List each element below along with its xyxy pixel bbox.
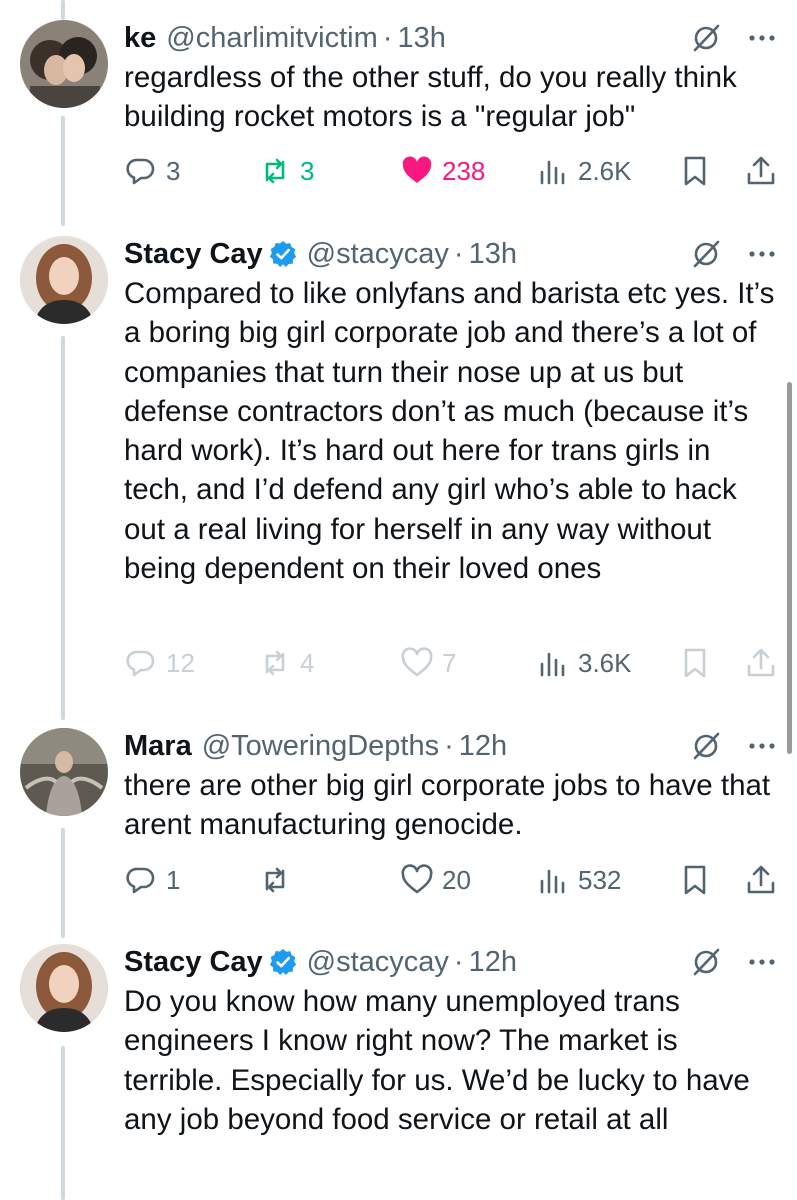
separator-dot: · <box>382 21 393 54</box>
views-icon <box>540 652 565 677</box>
reply-count: 12 <box>166 647 195 678</box>
tweet-text: Compared to like onlyfans and barista et… <box>124 277 775 586</box>
grok-icon[interactable] <box>691 23 721 53</box>
views-icon <box>540 160 565 185</box>
views-button[interactable]: 3.6K <box>536 643 632 683</box>
timestamp[interactable]: 12h <box>459 730 507 763</box>
grok-icon[interactable] <box>691 239 721 269</box>
author-handle[interactable]: @ToweringDepths <box>202 730 439 763</box>
bookmark-icon <box>684 648 706 678</box>
separator-dot: · <box>453 237 464 270</box>
author-name[interactable]: Stacy Cay <box>124 946 263 979</box>
bookmark-icon <box>684 156 706 186</box>
avatar[interactable] <box>20 944 108 1032</box>
more-icon[interactable] <box>747 239 777 269</box>
like-count: 20 <box>442 864 471 895</box>
reply-icon <box>126 650 155 677</box>
more-icon[interactable] <box>747 23 777 53</box>
repost-count: 4 <box>300 647 315 678</box>
timestamp[interactable]: 13h <box>397 22 445 55</box>
like-count: 7 <box>442 647 457 678</box>
bookmark-icon <box>684 865 706 895</box>
reply-count: 3 <box>166 155 181 186</box>
bookmark-button[interactable] <box>678 860 712 900</box>
share-icon <box>747 156 775 185</box>
reply-count: 1 <box>166 864 181 895</box>
bookmark-button[interactable] <box>678 643 712 683</box>
thread-line <box>61 116 65 226</box>
thread-line <box>61 336 65 720</box>
reply-button[interactable]: 12 <box>124 643 195 683</box>
repost-icon <box>265 867 285 893</box>
tweet-text: there are other big girl corporate jobs … <box>124 769 771 842</box>
repost-button[interactable]: 4 <box>258 643 314 683</box>
separator-dot: · <box>444 729 454 762</box>
tweet-text: regardless of the other stuff, do you re… <box>124 61 737 134</box>
timestamp[interactable]: 13h <box>469 238 517 271</box>
repost-icon <box>265 158 285 184</box>
heart-filled-icon <box>402 156 432 183</box>
thread-line <box>61 1046 65 1200</box>
author-handle[interactable]: @charlimitvictim <box>166 22 378 55</box>
grok-icon[interactable] <box>691 947 721 977</box>
reply-icon <box>126 867 155 894</box>
view-count: 532 <box>578 864 622 895</box>
verified-badge-icon <box>269 241 296 267</box>
grok-icon[interactable] <box>691 731 721 761</box>
author-name[interactable]: Mara <box>124 730 192 763</box>
reply-button[interactable]: 1 <box>124 860 180 900</box>
share-button[interactable] <box>744 860 778 900</box>
repost-button[interactable]: 3 <box>258 151 314 191</box>
share-icon <box>747 865 775 894</box>
views-button[interactable]: 532 <box>536 860 621 900</box>
view-count: 3.6K <box>578 647 632 678</box>
tweet-text: Do you know how many unemployed trans en… <box>124 985 750 1136</box>
like-button[interactable]: 7 <box>400 643 456 683</box>
more-icon[interactable] <box>747 731 777 761</box>
share-icon <box>747 648 775 677</box>
bookmark-button[interactable] <box>678 151 712 191</box>
like-button[interactable]: 20 <box>400 860 471 900</box>
share-button[interactable] <box>744 643 778 683</box>
verified-badge-icon <box>269 949 296 975</box>
author-handle[interactable]: @stacycay <box>307 946 449 979</box>
avatar[interactable] <box>20 236 108 324</box>
thread-line <box>61 0 65 20</box>
repost-button[interactable] <box>258 860 300 900</box>
avatar[interactable] <box>20 20 108 108</box>
like-button[interactable]: 238 <box>400 151 485 191</box>
repost-icon <box>265 650 285 676</box>
author-name[interactable]: ke <box>124 22 156 55</box>
avatar[interactable] <box>20 728 108 816</box>
like-count: 238 <box>442 155 486 186</box>
thread-line <box>61 828 65 938</box>
view-count: 2.6K <box>578 155 632 186</box>
heart-icon <box>401 864 433 894</box>
repost-count: 3 <box>300 155 315 186</box>
timestamp[interactable]: 12h <box>469 946 517 979</box>
reply-icon <box>126 158 155 185</box>
reply-button[interactable]: 3 <box>124 151 180 191</box>
separator-dot: · <box>453 945 464 978</box>
scrollbar[interactable] <box>787 382 792 754</box>
share-button[interactable] <box>744 151 778 191</box>
views-button[interactable]: 2.6K <box>536 151 632 191</box>
more-icon[interactable] <box>747 947 777 977</box>
author-handle[interactable]: @stacycay <box>307 238 449 271</box>
views-icon <box>540 869 565 894</box>
heart-icon <box>401 647 433 677</box>
author-name[interactable]: Stacy Cay <box>124 238 263 271</box>
